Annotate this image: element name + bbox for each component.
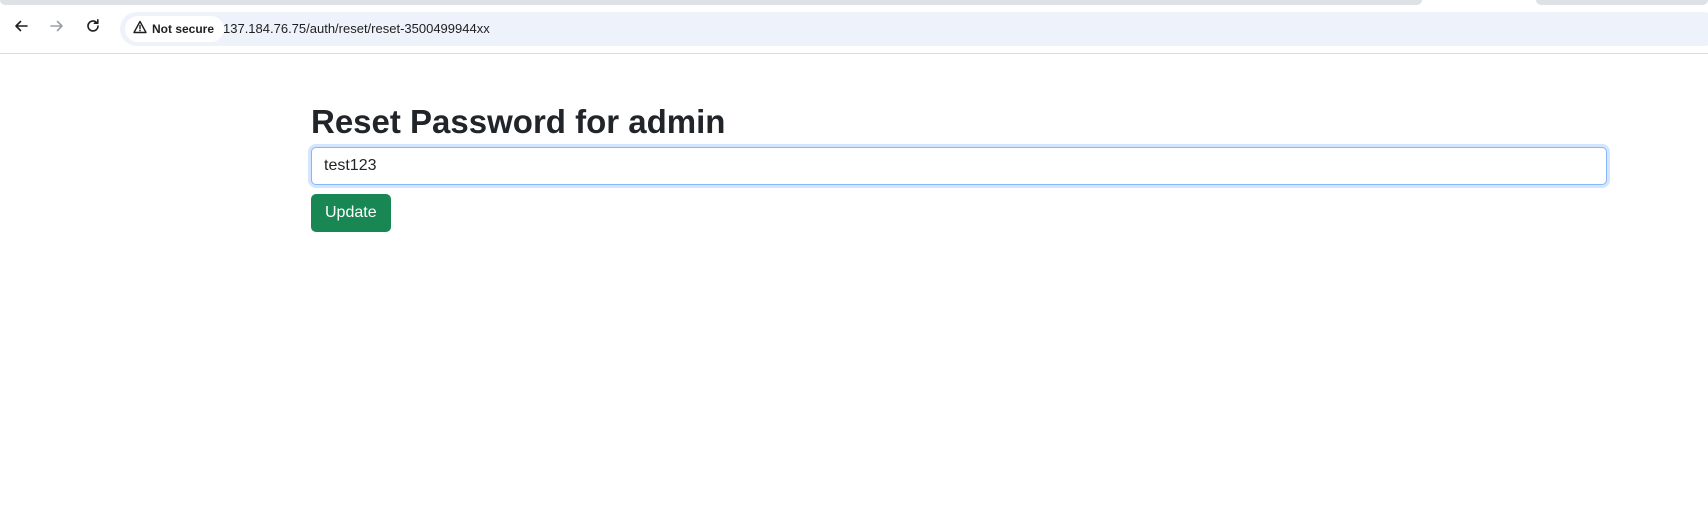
password-input[interactable]: [311, 147, 1607, 185]
reload-icon: [85, 18, 101, 39]
tab-strip-left: [0, 0, 1422, 5]
page-title: Reset Password for admin: [311, 103, 726, 140]
warning-triangle-icon: [133, 20, 147, 39]
tab-strip-right: [1536, 0, 1708, 5]
url-text[interactable]: 137.184.76.75/auth/reset/reset-350049994…: [223, 21, 490, 36]
reload-button[interactable]: [79, 14, 107, 42]
arrow-left-icon: [13, 18, 29, 39]
back-button[interactable]: [7, 14, 35, 42]
browser-toolbar: Not secure 137.184.76.75/auth/reset/rese…: [0, 0, 1708, 54]
arrow-right-icon: [49, 18, 65, 39]
reset-password-form: Reset Password for admin Update: [311, 100, 1607, 232]
security-indicator[interactable]: Not secure: [125, 16, 225, 42]
forward-button[interactable]: [43, 14, 71, 42]
address-bar[interactable]: Not secure 137.184.76.75/auth/reset/rese…: [120, 12, 1708, 46]
security-label: Not secure: [152, 22, 215, 36]
update-button[interactable]: Update: [311, 194, 391, 232]
